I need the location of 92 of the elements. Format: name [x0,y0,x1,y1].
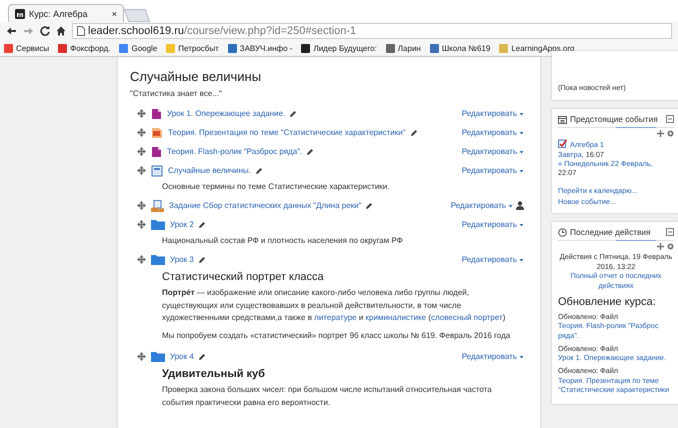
bookmark[interactable]: Петросбыт [166,44,219,52]
reload-icon[interactable] [40,26,50,36]
text-link[interactable]: словесный портрет [431,313,503,322]
collapse-icon[interactable] [666,115,674,123]
activity-link[interactable]: Урок 2 [170,220,194,229]
move-icon[interactable] [137,352,146,361]
home-icon[interactable] [56,26,66,36]
edit-menu-link[interactable]: Редактировать [462,147,524,156]
caret-icon [508,204,513,208]
page-icon [77,26,85,36]
address-bar[interactable]: leader.school619.ru/course/view.php?id=250#section-1 [72,23,672,39]
caret-icon [519,150,524,154]
settings-icon[interactable] [667,130,674,137]
block-title: Предстоящие события [570,114,659,124]
caret-icon [519,130,524,134]
paragraph: Мы попробуем создать «статистический» портрет 9б класс школы № 619. Февраль 2016 года [161,330,512,342]
move-icon[interactable] [137,166,146,175]
activity-description: Национальный состав РФ и плотность населения по округам РФ [161,236,404,245]
activity-link[interactable]: Задание Сбор статистических данных "Длина реки" [169,201,362,210]
activity-link[interactable]: Урок 4 [170,352,194,361]
url-text: leader.school619.ru/course/view.php?id=250#section-1 [88,25,356,37]
move-icon[interactable] [137,128,146,137]
folder-icon [151,219,165,230]
edit-menu-link[interactable]: Редактировать [462,128,524,137]
back-icon[interactable] [6,26,17,36]
text-link[interactable]: криминалистике [366,313,426,322]
edit-icon[interactable] [365,202,374,210]
bookmark[interactable]: ЗАВУЧ.инфо - [228,44,292,52]
settings-icon[interactable] [667,243,674,250]
bookmark[interactable]: Школа №619 [430,44,490,52]
bookmark[interactable]: Сервисы [4,44,50,52]
activity-link[interactable]: Теория. Презентация по теме "Статистические характеристики" [168,128,406,137]
paragraph: Проверка закона больших чисел: при большом числе испытаний относительная частота события практически равна его вероятности. [161,384,493,409]
activity-description: Основные термины по теме Статистические характеристики. [161,182,390,191]
edit-icon[interactable] [289,110,298,118]
document-icon [151,108,162,120]
assignment-icon [151,200,164,212]
section-summary: "Статистика знает все..." [130,89,223,98]
close-button[interactable]: × [112,8,117,18]
add-icon[interactable] [657,243,664,250]
move-icon[interactable] [137,201,146,210]
text-link[interactable]: литературе [314,313,357,322]
calendar-icon [558,114,567,124]
folder-icon [151,254,165,265]
edit-icon[interactable] [198,256,206,264]
activity-link[interactable]: Урок 3 [170,255,194,264]
section-title: Случайные величины [130,69,262,84]
tab-title: Курс: Алгебра [29,8,89,18]
block-title: Последние действия [570,227,652,237]
collapse-icon[interactable] [666,228,674,236]
activity-link[interactable]: Случайные величины. [168,166,251,175]
paragraph: Портре́т — изображение или описание какого-либо человека либо группы людей, существующих или существовавших в реальной действительности, в том числе художественными средствами,а также в литературе и криминалистике (словесный портрет) [161,287,506,324]
edit-icon[interactable] [410,128,418,136]
clock-icon [558,228,567,236]
site-icon [15,8,25,18]
activity-link[interactable]: Теория. Flash-ролик "Разброс ряда". [167,147,302,156]
move-icon[interactable] [137,255,146,264]
bookmark[interactable]: Ларин [386,44,421,52]
bookmark[interactable]: Фоксфорд. [58,44,110,52]
edit-menu-link[interactable]: Редактировать [462,255,524,264]
edit-icon[interactable] [306,148,314,156]
edit-icon[interactable] [198,352,206,360]
user-icon [516,201,524,210]
caret-icon [519,168,524,172]
edit-menu-link[interactable]: Редактировать [462,352,524,361]
bookmark[interactable]: LearningApps.org [499,44,574,52]
content-heading: Статистический портрет класса [161,271,325,283]
edit-menu-link[interactable]: Редактировать [462,109,524,118]
add-icon[interactable] [657,130,664,137]
caret-icon [519,222,524,226]
folder-icon [151,351,165,362]
event-icon [558,139,567,148]
caret-icon [519,112,524,116]
move-icon[interactable] [137,109,146,118]
edit-menu-link[interactable]: Редактировать [462,166,524,175]
page-icon [151,164,163,176]
bookmark[interactable]: Лидер Будущего: [301,44,377,52]
move-icon[interactable] [137,147,146,156]
activity-link[interactable]: Урок 1. Опережающее задание. [167,109,286,118]
edit-icon[interactable] [254,166,263,174]
updates-heading: Обновление курса: [558,296,657,308]
move-icon[interactable] [137,220,146,229]
content-heading: Удивительный куб [161,368,266,380]
edit-icon[interactable] [198,220,206,228]
browser-tab[interactable]: Курс: Алгебра × [8,4,124,22]
presentation-icon [151,126,163,138]
document-icon [151,146,162,158]
caret-icon [519,258,524,262]
edit-menu-link[interactable]: Редактировать [450,201,513,210]
edit-menu-link[interactable]: Редактировать [462,220,524,229]
bookmark[interactable]: Google [119,44,158,52]
caret-icon [519,354,524,358]
